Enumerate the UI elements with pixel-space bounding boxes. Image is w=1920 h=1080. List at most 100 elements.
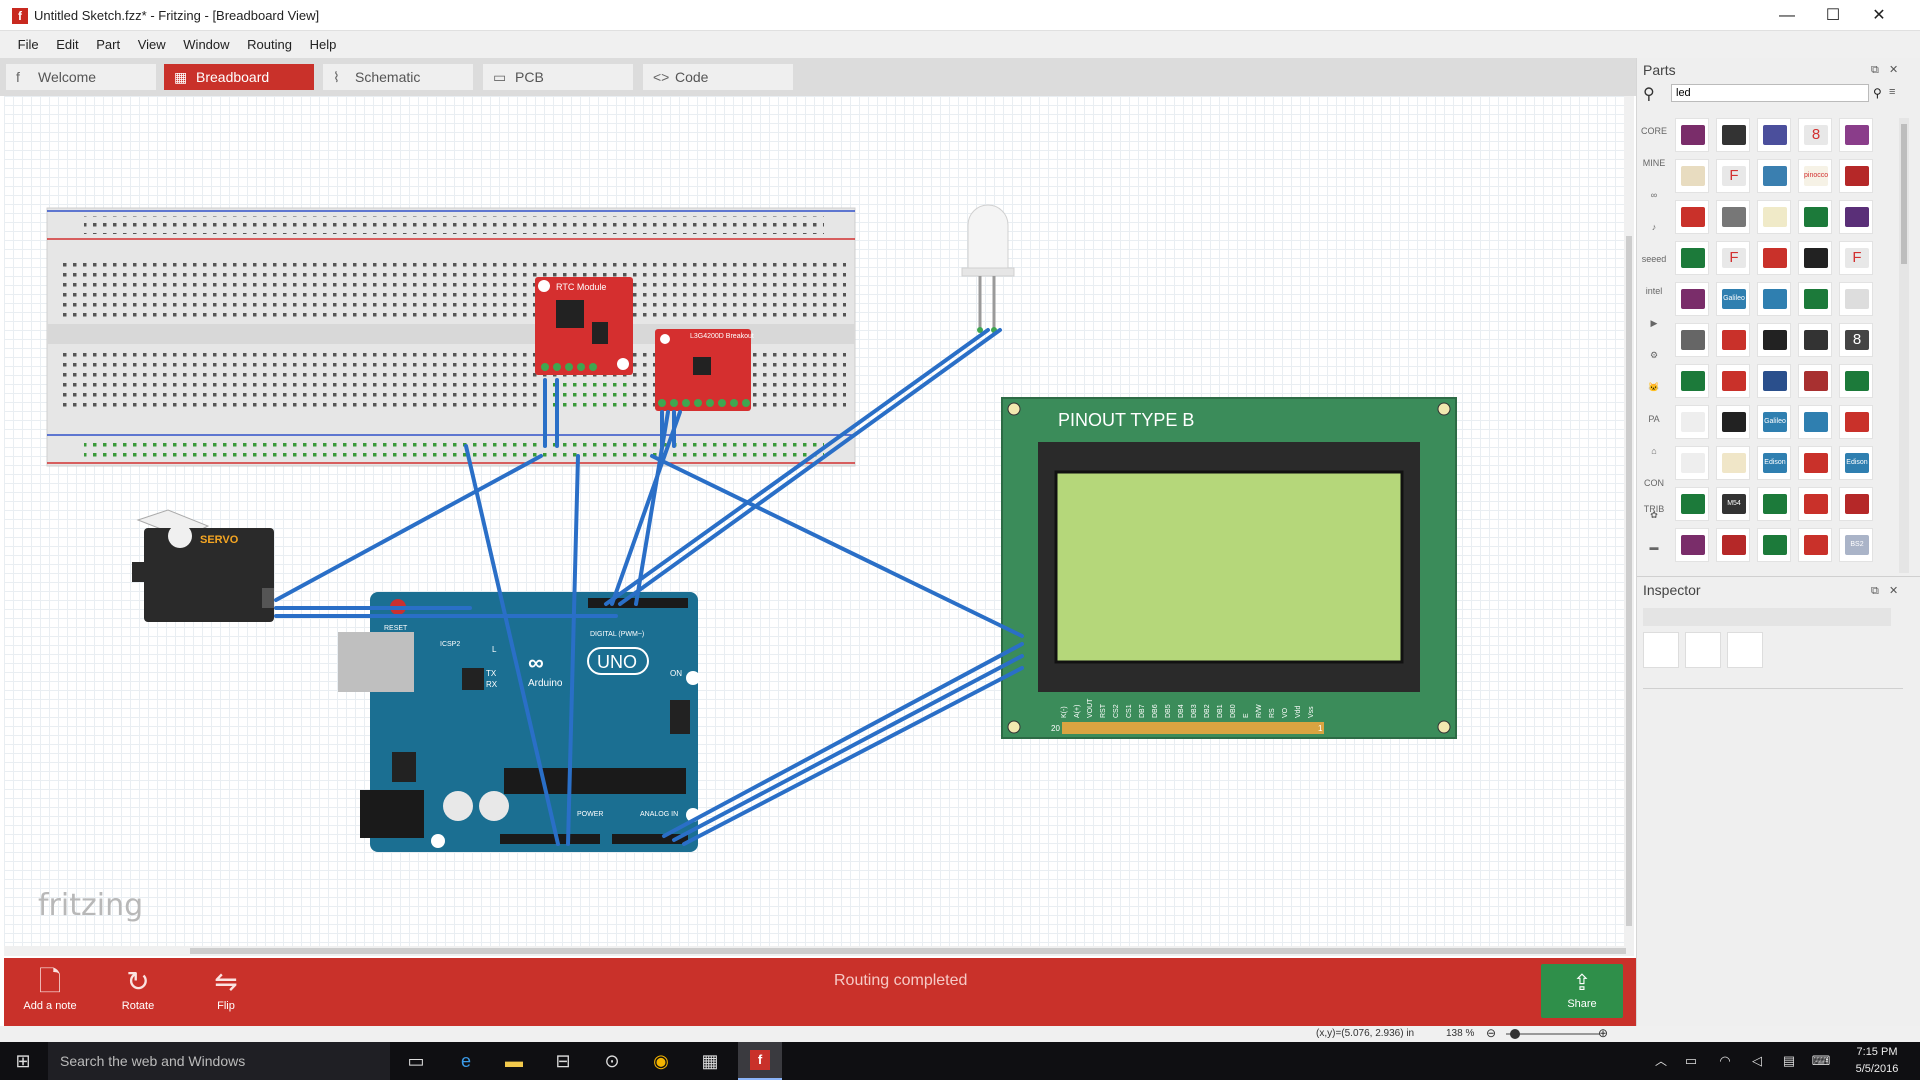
taskbar-clock[interactable]: 7:15 PM 5/5/2016 bbox=[1842, 1044, 1912, 1078]
part-item[interactable] bbox=[1675, 200, 1709, 234]
parts-bin-tab[interactable]: ▬ bbox=[1641, 534, 1667, 560]
tab-welcome[interactable]: f Welcome bbox=[6, 64, 156, 90]
canvas-horizontal-scrollbar[interactable] bbox=[4, 946, 1632, 956]
part-item[interactable] bbox=[1675, 528, 1709, 562]
part-item[interactable] bbox=[1798, 446, 1832, 480]
parts-bin-tab[interactable]: MINE bbox=[1641, 150, 1667, 176]
part-item[interactable] bbox=[1716, 200, 1750, 234]
part-item[interactable] bbox=[1798, 364, 1832, 398]
menu-view[interactable]: View bbox=[131, 31, 173, 58]
cortana-app-icon[interactable]: ⊙ bbox=[601, 1050, 623, 1072]
close-panel-icon[interactable]: ✕ bbox=[1889, 584, 1898, 597]
task-view-icon[interactable]: ▭ bbox=[405, 1050, 427, 1072]
parts-bin-tab[interactable]: ♪ bbox=[1641, 214, 1667, 240]
store-icon[interactable]: ⊟ bbox=[552, 1050, 574, 1072]
menu-window[interactable]: Window bbox=[176, 31, 236, 58]
tab-schematic[interactable]: ⌇ Schematic bbox=[323, 64, 473, 90]
parts-bin-tab[interactable]: CORE bbox=[1641, 118, 1667, 144]
part-item[interactable] bbox=[1675, 487, 1709, 521]
notifications-icon[interactable]: ▤ bbox=[1778, 1050, 1800, 1072]
close-button[interactable]: ✕ bbox=[1856, 0, 1902, 31]
arduino-uno[interactable]: ∞ UNO Arduino RESET ICSP2 DIGITAL (PWM~)… bbox=[338, 592, 700, 852]
parts-bin-tab[interactable]: seeed bbox=[1641, 246, 1667, 272]
part-item[interactable] bbox=[1675, 159, 1709, 193]
part-item[interactable] bbox=[1757, 528, 1791, 562]
zoom-out-icon[interactable]: ⊖ bbox=[1486, 1026, 1496, 1040]
chrome-icon[interactable]: ◉ bbox=[650, 1050, 672, 1072]
part-item[interactable] bbox=[1716, 118, 1750, 152]
scroll-thumb[interactable] bbox=[1626, 236, 1632, 926]
keyboard-icon[interactable]: ⌨ bbox=[1810, 1050, 1832, 1072]
menu-edit[interactable]: Edit bbox=[49, 31, 85, 58]
scroll-thumb[interactable] bbox=[1901, 124, 1907, 264]
maximize-button[interactable]: ☐ bbox=[1810, 0, 1856, 31]
parts-bin-tab[interactable]: ∞ bbox=[1641, 182, 1667, 208]
part-item[interactable]: BS2 bbox=[1839, 528, 1873, 562]
part-item[interactable] bbox=[1675, 323, 1709, 357]
menu-part[interactable]: Part bbox=[89, 31, 127, 58]
file-explorer-icon[interactable]: ▬ bbox=[503, 1050, 525, 1072]
part-item[interactable]: F bbox=[1716, 159, 1750, 193]
parts-bin-tab[interactable]: intel bbox=[1641, 278, 1667, 304]
battery-icon[interactable]: ▭ bbox=[1680, 1050, 1702, 1072]
part-item[interactable] bbox=[1757, 323, 1791, 357]
part-item[interactable] bbox=[1675, 405, 1709, 439]
gyro-breakout[interactable]: L3G4200D Breakout bbox=[655, 329, 754, 411]
part-item[interactable] bbox=[1798, 282, 1832, 316]
parts-search-input[interactable] bbox=[1671, 84, 1869, 102]
search-icon[interactable]: ⚲ bbox=[1643, 84, 1655, 104]
part-item[interactable]: Edison bbox=[1757, 446, 1791, 480]
part-item[interactable] bbox=[1839, 159, 1873, 193]
part-item[interactable] bbox=[1675, 446, 1709, 480]
parts-bin-tab[interactable]: PA bbox=[1641, 406, 1667, 432]
part-item[interactable] bbox=[1798, 487, 1832, 521]
part-item[interactable] bbox=[1798, 323, 1832, 357]
add-note-button[interactable]: 🗋 Add a note bbox=[10, 964, 90, 1012]
tab-code[interactable]: <> Code bbox=[643, 64, 793, 90]
part-item[interactable] bbox=[1798, 405, 1832, 439]
edge-browser-icon[interactable]: e bbox=[455, 1050, 477, 1072]
part-item[interactable] bbox=[1716, 446, 1750, 480]
part-item[interactable] bbox=[1839, 118, 1873, 152]
taskbar-search-box[interactable]: Search the web and Windows bbox=[48, 1042, 390, 1080]
part-item[interactable]: F bbox=[1839, 241, 1873, 275]
fritzing-taskbar-button[interactable]: f bbox=[738, 1042, 782, 1080]
part-item[interactable] bbox=[1757, 200, 1791, 234]
windows-start-icon[interactable]: ⊞ bbox=[12, 1050, 34, 1072]
search-go-icon[interactable]: ⚲ bbox=[1873, 86, 1882, 100]
rtc-module[interactable]: RTC Module bbox=[535, 277, 633, 375]
wifi-icon[interactable]: ◠ bbox=[1714, 1050, 1736, 1072]
part-item[interactable] bbox=[1757, 282, 1791, 316]
part-item[interactable] bbox=[1798, 200, 1832, 234]
part-item[interactable] bbox=[1675, 282, 1709, 316]
white-led[interactable] bbox=[961, 204, 1015, 333]
tab-pcb[interactable]: ▭ PCB bbox=[483, 64, 633, 90]
parts-bin-tab[interactable]: CON TRIB bbox=[1641, 470, 1667, 514]
part-item[interactable] bbox=[1757, 487, 1791, 521]
breadboard-canvas[interactable]: RTC Module L3G4200D Breakout SERVO ∞ UNO… bbox=[4, 96, 1632, 956]
zoom-in-icon[interactable]: ⊕ bbox=[1598, 1026, 1608, 1040]
part-item[interactable]: 8 bbox=[1839, 323, 1873, 357]
servo-motor[interactable]: SERVO bbox=[132, 509, 274, 622]
menu-file[interactable]: File bbox=[11, 31, 46, 58]
volume-icon[interactable]: ◁ bbox=[1746, 1050, 1768, 1072]
menu-help[interactable]: Help bbox=[303, 31, 344, 58]
float-panel-icon[interactable]: ⧉ bbox=[1871, 585, 1879, 598]
part-item[interactable] bbox=[1675, 241, 1709, 275]
parts-bin-tab[interactable]: ⌂ bbox=[1641, 438, 1667, 464]
part-item[interactable] bbox=[1716, 528, 1750, 562]
part-item[interactable] bbox=[1675, 118, 1709, 152]
part-item[interactable] bbox=[1839, 364, 1873, 398]
part-item[interactable] bbox=[1757, 241, 1791, 275]
zoom-slider-handle[interactable] bbox=[1510, 1029, 1520, 1039]
part-item[interactable] bbox=[1839, 282, 1873, 316]
part-item[interactable] bbox=[1757, 159, 1791, 193]
part-item[interactable]: F bbox=[1716, 241, 1750, 275]
calculator-icon[interactable]: ▦ bbox=[699, 1050, 721, 1072]
share-button[interactable]: ⇪ Share bbox=[1541, 964, 1623, 1018]
minimize-button[interactable]: — bbox=[1764, 0, 1810, 31]
bin-menu-icon[interactable]: ≡ bbox=[1889, 86, 1895, 98]
parts-bin-tab[interactable]: 🐱 bbox=[1641, 374, 1667, 400]
float-panel-icon[interactable]: ⧉ bbox=[1871, 64, 1879, 77]
part-item[interactable] bbox=[1798, 241, 1832, 275]
